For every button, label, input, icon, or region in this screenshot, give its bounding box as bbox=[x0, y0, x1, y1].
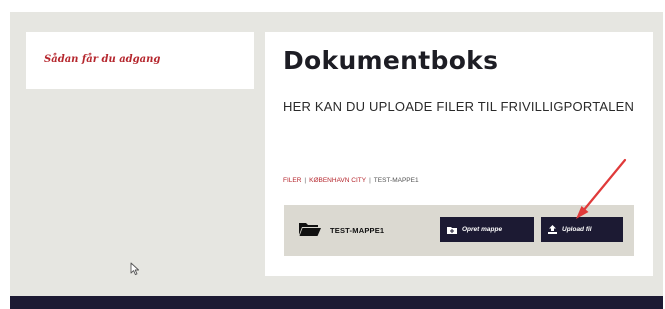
mouse-cursor-icon bbox=[130, 262, 140, 276]
upload-icon bbox=[548, 225, 557, 234]
breadcrumb-copenhagen-city[interactable]: KØBENHAVN CITY bbox=[309, 177, 366, 184]
page-title: Dokumentboks bbox=[283, 46, 499, 75]
breadcrumb-separator: | bbox=[304, 177, 307, 184]
breadcrumb: FILER | KØBENHAVN CITY | TEST-MAPPE1 bbox=[283, 177, 419, 184]
current-folder-name: TEST-MAPPE1 bbox=[330, 226, 385, 235]
breadcrumb-files[interactable]: FILER bbox=[283, 177, 301, 184]
create-folder-button[interactable]: Opret mappe bbox=[440, 217, 534, 242]
upload-file-label: Upload fil bbox=[562, 226, 592, 233]
sidebar-card: Sådan får du adgang bbox=[26, 32, 254, 89]
folder-open-icon bbox=[298, 221, 322, 242]
create-folder-label: Opret mappe bbox=[462, 226, 503, 233]
document-box-panel: Dokumentboks HER KAN DU UPLOADE FILER TI… bbox=[265, 32, 653, 276]
breadcrumb-separator: | bbox=[369, 177, 371, 184]
footer-bar bbox=[10, 296, 663, 309]
access-info-link[interactable]: Sådan får du adgang bbox=[44, 54, 160, 65]
folder-plus-icon bbox=[447, 226, 457, 234]
upload-file-button[interactable]: Upload fil bbox=[541, 217, 623, 242]
page-subtitle: HER KAN DU UPLOADE FILER TIL FRIVILLIGPO… bbox=[283, 99, 635, 114]
breadcrumb-current-folder: TEST-MAPPE1 bbox=[373, 177, 419, 184]
folder-toolbar: TEST-MAPPE1 Opret mappe Upload fil bbox=[284, 205, 634, 256]
